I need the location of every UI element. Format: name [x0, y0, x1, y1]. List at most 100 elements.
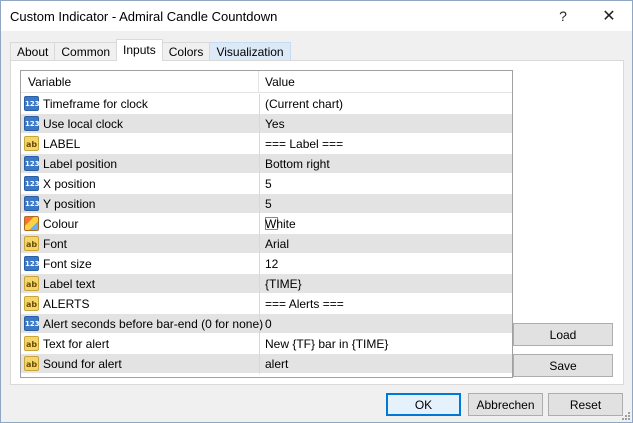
help-button[interactable]: ? — [540, 1, 586, 31]
variable-cell[interactable]: 123 Y position — [21, 194, 258, 214]
numeric-icon: 123 — [24, 116, 40, 131]
value-cell[interactable]: New {TF} bar in {TIME} — [259, 334, 512, 354]
variable-cell[interactable]: ab Sound for alert — [21, 354, 258, 374]
tab-colors[interactable]: Colors — [161, 42, 211, 61]
inputs-panel: Variable Value 123 Timeframe for clock (Cu… — [10, 60, 624, 385]
table-row[interactable]: 123 Timeframe for clock (Current chart) — [21, 94, 512, 114]
table-row[interactable]: ab Sound for alert alert — [21, 354, 512, 374]
variable-label: Text for alert — [43, 337, 110, 351]
variable-cell[interactable]: 123 Font size — [21, 254, 258, 274]
column-header-value[interactable]: Value — [265, 75, 295, 89]
value-text: 5 — [265, 177, 272, 191]
variable-label: Use local clock — [43, 117, 124, 131]
load-button[interactable]: Load — [513, 323, 613, 346]
value-cell[interactable]: alert — [259, 354, 512, 374]
value-cell[interactable]: === Label === — [259, 134, 512, 154]
color-icon — [24, 216, 39, 231]
variable-cell[interactable]: 123 Timeframe for clock — [21, 94, 258, 114]
value-text: Yes — [265, 117, 285, 131]
string-icon: ab — [24, 136, 39, 151]
save-button[interactable]: Save — [513, 354, 613, 377]
table-row[interactable]: 123 Y position 5 — [21, 194, 512, 214]
variable-label: Y position — [43, 197, 96, 211]
table-row[interactable]: 123 Label position Bottom right — [21, 154, 512, 174]
value-text: Arial — [265, 237, 290, 251]
variable-label: Sound for alert — [43, 357, 122, 371]
column-header-variable[interactable]: Variable — [28, 75, 71, 89]
tab-inputs[interactable]: Inputs — [116, 39, 163, 61]
table-row[interactable]: 123 Alert seconds before bar-end (0 for n… — [21, 314, 512, 334]
variable-cell[interactable]: ab Text for alert — [21, 334, 258, 354]
string-icon: ab — [24, 236, 39, 251]
value-cell[interactable]: === Alerts === — [259, 294, 512, 314]
value-cell[interactable]: (Current chart) — [259, 94, 512, 114]
table-row[interactable]: ab ALERTS === Alerts === — [21, 294, 512, 314]
variable-label: LABEL — [43, 137, 81, 151]
value-cell[interactable]: 12 — [259, 254, 512, 274]
tab-common[interactable]: Common — [54, 42, 118, 61]
tab-strip: About Common Inputs Colors Visualization — [10, 39, 291, 61]
variable-cell[interactable]: Colour — [21, 214, 258, 234]
value-text: White — [265, 217, 296, 231]
variable-cell[interactable]: 123 Label position — [21, 154, 258, 174]
window-title: Custom Indicator - Admiral Candle Countd… — [10, 9, 278, 24]
value-cell[interactable]: Yes — [259, 114, 512, 134]
ok-button[interactable]: OK — [386, 393, 461, 416]
title-bar: Custom Indicator - Admiral Candle Countd… — [1, 1, 632, 31]
variable-label: Font — [43, 237, 68, 251]
numeric-icon: 123 — [24, 316, 40, 331]
string-icon: ab — [24, 276, 39, 291]
variable-cell[interactable]: 123 Alert seconds before bar-end (0 for n… — [21, 314, 263, 334]
numeric-icon: 123 — [24, 256, 40, 271]
variable-label: X position — [43, 177, 96, 191]
table-row[interactable]: Colour White — [21, 214, 512, 234]
resize-grip-icon[interactable] — [620, 410, 630, 420]
value-text: {TIME} — [265, 277, 302, 291]
numeric-icon: 123 — [24, 176, 40, 191]
value-cell[interactable]: Arial — [259, 234, 512, 254]
table-row[interactable]: ab LABEL === Label === — [21, 134, 512, 154]
variable-cell[interactable]: 123 X position — [21, 174, 258, 194]
variable-cell[interactable]: 123 Use local clock — [21, 114, 258, 134]
value-text: alert — [265, 357, 289, 371]
table-row[interactable]: ab Font Arial — [21, 234, 512, 254]
variable-label: Label position — [43, 157, 118, 171]
cancel-button[interactable]: Abbrechen — [468, 393, 543, 416]
close-icon: ✕ — [602, 8, 616, 25]
variable-cell[interactable]: ab ALERTS — [21, 294, 258, 314]
variable-label: Font size — [43, 257, 92, 271]
value-text: 0 — [265, 317, 272, 331]
tab-visualization[interactable]: Visualization — [209, 42, 291, 61]
table-row[interactable]: 123 Use local clock Yes — [21, 114, 512, 134]
value-text: 5 — [265, 197, 272, 211]
value-cell[interactable]: 0 — [259, 314, 512, 334]
value-cell[interactable]: 5 — [259, 194, 512, 214]
table-row[interactable]: 123 X position 5 — [21, 174, 512, 194]
value-cell[interactable]: Bottom right — [259, 154, 512, 174]
grid-rows: 123 Timeframe for clock (Current chart) 123… — [21, 94, 512, 374]
variable-cell[interactable]: ab Font — [21, 234, 258, 254]
string-icon: ab — [24, 336, 39, 351]
table-row[interactable]: 123 Font size 12 — [21, 254, 512, 274]
string-icon: ab — [24, 296, 39, 311]
variable-cell[interactable]: ab LABEL — [21, 134, 258, 154]
numeric-icon: 123 — [24, 96, 40, 111]
string-icon: ab — [24, 356, 39, 371]
grid-header: Variable Value — [21, 71, 512, 93]
variable-label: Alert seconds before bar-end (0 for none… — [43, 317, 264, 331]
numeric-icon: 123 — [24, 196, 40, 211]
column-divider[interactable] — [258, 71, 259, 93]
value-text: 12 — [265, 257, 279, 271]
tab-about[interactable]: About — [10, 42, 56, 61]
value-cell[interactable]: 5 — [259, 174, 512, 194]
table-row[interactable]: ab Text for alert New {TF} bar in {TIME} — [21, 334, 512, 354]
value-cell[interactable]: {TIME} — [259, 274, 512, 294]
table-row[interactable]: ab Label text {TIME} — [21, 274, 512, 294]
value-text: === Alerts === — [265, 297, 344, 311]
variable-label: Timeframe for clock — [43, 97, 148, 111]
value-text: Bottom right — [265, 157, 330, 171]
variable-cell[interactable]: ab Label text — [21, 274, 258, 294]
close-button[interactable]: ✕ — [586, 1, 632, 31]
value-cell[interactable]: White — [259, 214, 512, 234]
reset-button[interactable]: Reset — [548, 393, 623, 416]
